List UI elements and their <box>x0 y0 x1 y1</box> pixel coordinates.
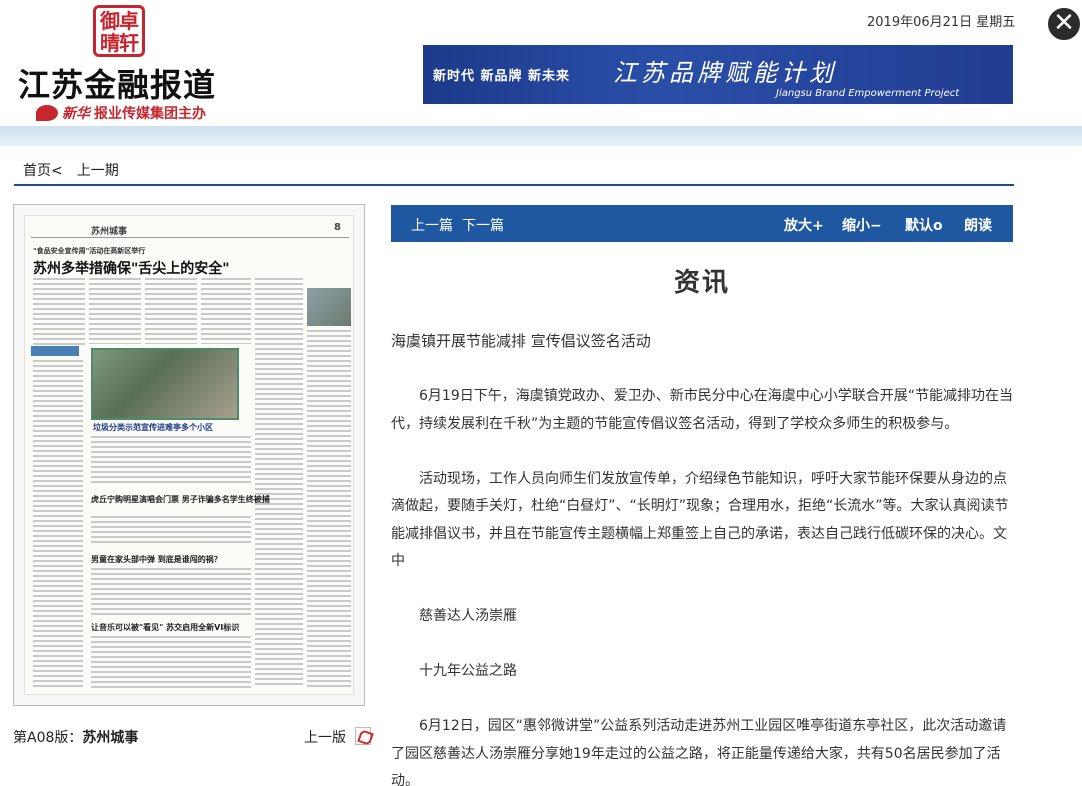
article-body: 6月19日下午，海虞镇党政办、爱卫办、新市民分中心在海虞中心小学联合开展“节能减… <box>391 383 1013 786</box>
close-button[interactable]: ✕ <box>1046 6 1082 42</box>
home-link[interactable]: 首页< <box>23 160 63 180</box>
sidebar-tag <box>31 346 79 356</box>
text-column <box>91 568 251 618</box>
banner-title: 江苏品牌赋能计划 <box>613 59 837 87</box>
article-paragraph: 慈善达人汤崇雁 <box>419 608 517 624</box>
breadcrumb: 首页< 上一期 <box>23 160 119 180</box>
article-paragraph: 活动现场，工作人员向师生们发放宣传单，介绍绿色节能知识，呼吁大家节能环保要从身边… <box>391 470 1009 570</box>
page-kicker: "食品安全宣传周"活动在高新区举行 <box>33 247 146 255</box>
text-column <box>91 436 251 486</box>
page-headline-item: 男童在家头部中弹 到底是谁闯的祸？ <box>91 555 222 564</box>
text-column <box>33 360 83 690</box>
brand-banner[interactable]: 新时代 新品牌 新未来 江苏品牌赋能计划 Jiangsu Brand Empow… <box>423 45 1013 104</box>
seal-char-1: 御 <box>100 9 120 33</box>
issue-prefix: 第A08版： <box>13 730 83 746</box>
page-header: 苏州城事 8 <box>31 222 349 238</box>
text-column <box>33 278 85 346</box>
newspaper-page-image[interactable]: 苏州城事 8 "食品安全宣传周"活动在高新区举行 苏州多举措确保"舌尖上的安全"… <box>24 215 354 695</box>
zoom-out-button[interactable]: 缩小− <box>842 215 882 235</box>
next-article-link[interactable]: 下一篇 <box>462 215 504 235</box>
text-column <box>91 636 251 688</box>
current-date: 2019年06月21日 星期五 <box>867 15 1016 30</box>
publisher-text: 报业传媒集团主办 <box>94 106 206 122</box>
pdf-icon[interactable] <box>355 727 371 745</box>
page-thumbnail[interactable]: 苏州城事 8 "食品安全宣传周"活动在高新区举行 苏州多举措确保"舌尖上的安全"… <box>13 204 365 706</box>
page-photo <box>91 348 239 420</box>
issue-section-name: 苏州城事 <box>82 730 139 746</box>
page-photo <box>307 288 351 326</box>
seal-char-3: 晴 <box>100 31 120 55</box>
text-column <box>255 278 303 688</box>
seal-char-4: 轩 <box>119 31 139 55</box>
prev-edition-link[interactable]: 上一版 <box>304 727 346 747</box>
page-headline-item: 虎丘宁购明星演唱会门票 男子诈骗多名学生终被捕 <box>91 495 270 504</box>
text-column <box>91 516 251 546</box>
article-paragraph: 6月19日下午，海虞镇党政办、爱卫办、新市民分中心在海虞中心小学联合开展“节能减… <box>391 388 1013 432</box>
header-divider-band <box>0 126 1082 146</box>
prev-article-link[interactable]: 上一篇 <box>411 215 453 235</box>
page-number: 8 <box>334 222 341 233</box>
issue-label: 第A08版：苏州城事 <box>13 727 138 747</box>
text-column <box>145 278 197 344</box>
read-aloud-button[interactable]: 朗读 <box>964 215 992 235</box>
xinhua-logo-icon <box>36 105 58 121</box>
article-toolbar: 上一篇 下一篇 放大+ 缩小− 默认o 朗读 <box>391 205 1013 242</box>
seal-logo: 御卓 晴轩 <box>93 5 145 57</box>
prev-issue-link[interactable]: 上一期 <box>77 160 119 180</box>
publisher-line: 新华 报业传媒集团主办 <box>36 103 206 123</box>
page-headline-item: 垃圾分类示范宣传进难亭多个小区 <box>93 423 213 432</box>
text-column <box>201 278 251 344</box>
article-subhead: 海虞镇开展节能减排 宣传倡议签名活动 <box>391 332 651 350</box>
page-section: 苏州城事 <box>91 227 128 237</box>
site-logo-title: 江苏金融报道 <box>18 66 217 104</box>
article-title: 资讯 <box>673 268 730 298</box>
zoom-in-button[interactable]: 放大+ <box>784 215 824 235</box>
text-column <box>307 330 351 690</box>
text-column <box>89 278 141 344</box>
default-size-button[interactable]: 默认o <box>905 215 943 235</box>
nav-divider <box>14 184 1014 186</box>
article-paragraph: 6月12日，园区“惠邻微讲堂”公益系列活动走进苏州工业园区唯亭街道东亭社区，此次… <box>391 718 1007 786</box>
banner-slogan: 新时代 新品牌 新未来 <box>433 69 571 84</box>
page-headline: 苏州多举措确保"舌尖上的安全" <box>33 261 230 277</box>
publisher-prefix: 新华 <box>62 106 90 122</box>
article-paragraph: 十九年公益之路 <box>419 663 517 679</box>
seal-char-2: 卓 <box>119 9 139 33</box>
site-header: 御卓 晴轩 江苏金融报道 新华 报业传媒集团主办 2019年06月21日 星期五… <box>0 0 1082 150</box>
page-headline-item: 让音乐可以被"看见" 苏交启用全新VI标识 <box>91 623 240 632</box>
banner-subtitle: Jiangsu Brand Empowerment Project <box>776 88 960 99</box>
